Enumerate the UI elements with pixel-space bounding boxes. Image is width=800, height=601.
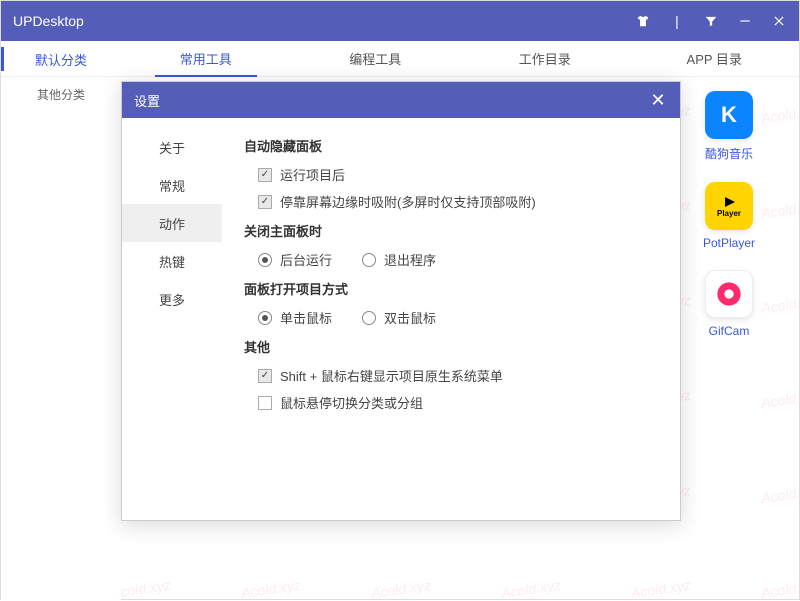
dialog-nav: 关于 常规 动作 热键 更多: [122, 118, 222, 520]
opt-label: 单击鼠标: [280, 308, 332, 327]
radio-icon[interactable]: [362, 311, 376, 325]
nav-general[interactable]: 常规: [122, 166, 222, 204]
dialog-body: 关于 常规 动作 热键 更多 自动隐藏面板 运行项目后 停靠屏幕边缘时吸附(多屏…: [122, 118, 680, 520]
section-close-title: 关闭主面板时: [244, 221, 658, 240]
opt-exit[interactable]: 退出程序: [362, 250, 436, 269]
checkbox-icon[interactable]: [258, 369, 272, 383]
opt-single-click[interactable]: 单击鼠标: [258, 308, 332, 327]
opt-run-after[interactable]: 运行项目后: [258, 165, 658, 184]
nav-about[interactable]: 关于: [122, 128, 222, 166]
section-open-title: 面板打开项目方式: [244, 279, 658, 298]
opt-label: 双击鼠标: [384, 308, 436, 327]
checkbox-icon[interactable]: [258, 168, 272, 182]
dialog-content: 自动隐藏面板 运行项目后 停靠屏幕边缘时吸附(多屏时仅支持顶部吸附) 关闭主面板…: [222, 118, 680, 520]
section-other-title: 其他: [244, 337, 658, 356]
opt-label: 运行项目后: [280, 165, 345, 184]
nav-hotkey[interactable]: 热键: [122, 242, 222, 280]
dialog-header: 设置 ✕: [122, 82, 680, 118]
opt-label: Shift + 鼠标右键显示项目原生系统菜单: [280, 366, 503, 385]
checkbox-icon[interactable]: [258, 396, 272, 410]
section-auto-hide-title: 自动隐藏面板: [244, 136, 658, 155]
opt-label: 鼠标悬停切换分类或分组: [280, 393, 423, 412]
opt-label: 后台运行: [280, 250, 332, 269]
radio-icon[interactable]: [362, 253, 376, 267]
settings-dialog: 设置 ✕ 关于 常规 动作 热键 更多 自动隐藏面板 运行项目后 停靠屏幕边缘时…: [121, 81, 681, 521]
radio-icon[interactable]: [258, 253, 272, 267]
nav-more[interactable]: 更多: [122, 280, 222, 318]
opt-background[interactable]: 后台运行: [258, 250, 332, 269]
opt-label: 停靠屏幕边缘时吸附(多屏时仅支持顶部吸附): [280, 192, 536, 211]
nav-action[interactable]: 动作: [122, 204, 222, 242]
radio-icon[interactable]: [258, 311, 272, 325]
dialog-close-icon[interactable]: ✕: [648, 90, 668, 111]
opt-shift-rclick[interactable]: Shift + 鼠标右键显示项目原生系统菜单: [258, 366, 658, 385]
opt-label: 退出程序: [384, 250, 436, 269]
dialog-mask: 设置 ✕ 关于 常规 动作 热键 更多 自动隐藏面板 运行项目后 停靠屏幕边缘时…: [1, 1, 799, 599]
opt-edge-snap[interactable]: 停靠屏幕边缘时吸附(多屏时仅支持顶部吸附): [258, 192, 658, 211]
opt-hover-switch[interactable]: 鼠标悬停切换分类或分组: [258, 393, 658, 412]
opt-double-click[interactable]: 双击鼠标: [362, 308, 436, 327]
checkbox-icon[interactable]: [258, 195, 272, 209]
dialog-title: 设置: [134, 91, 160, 110]
